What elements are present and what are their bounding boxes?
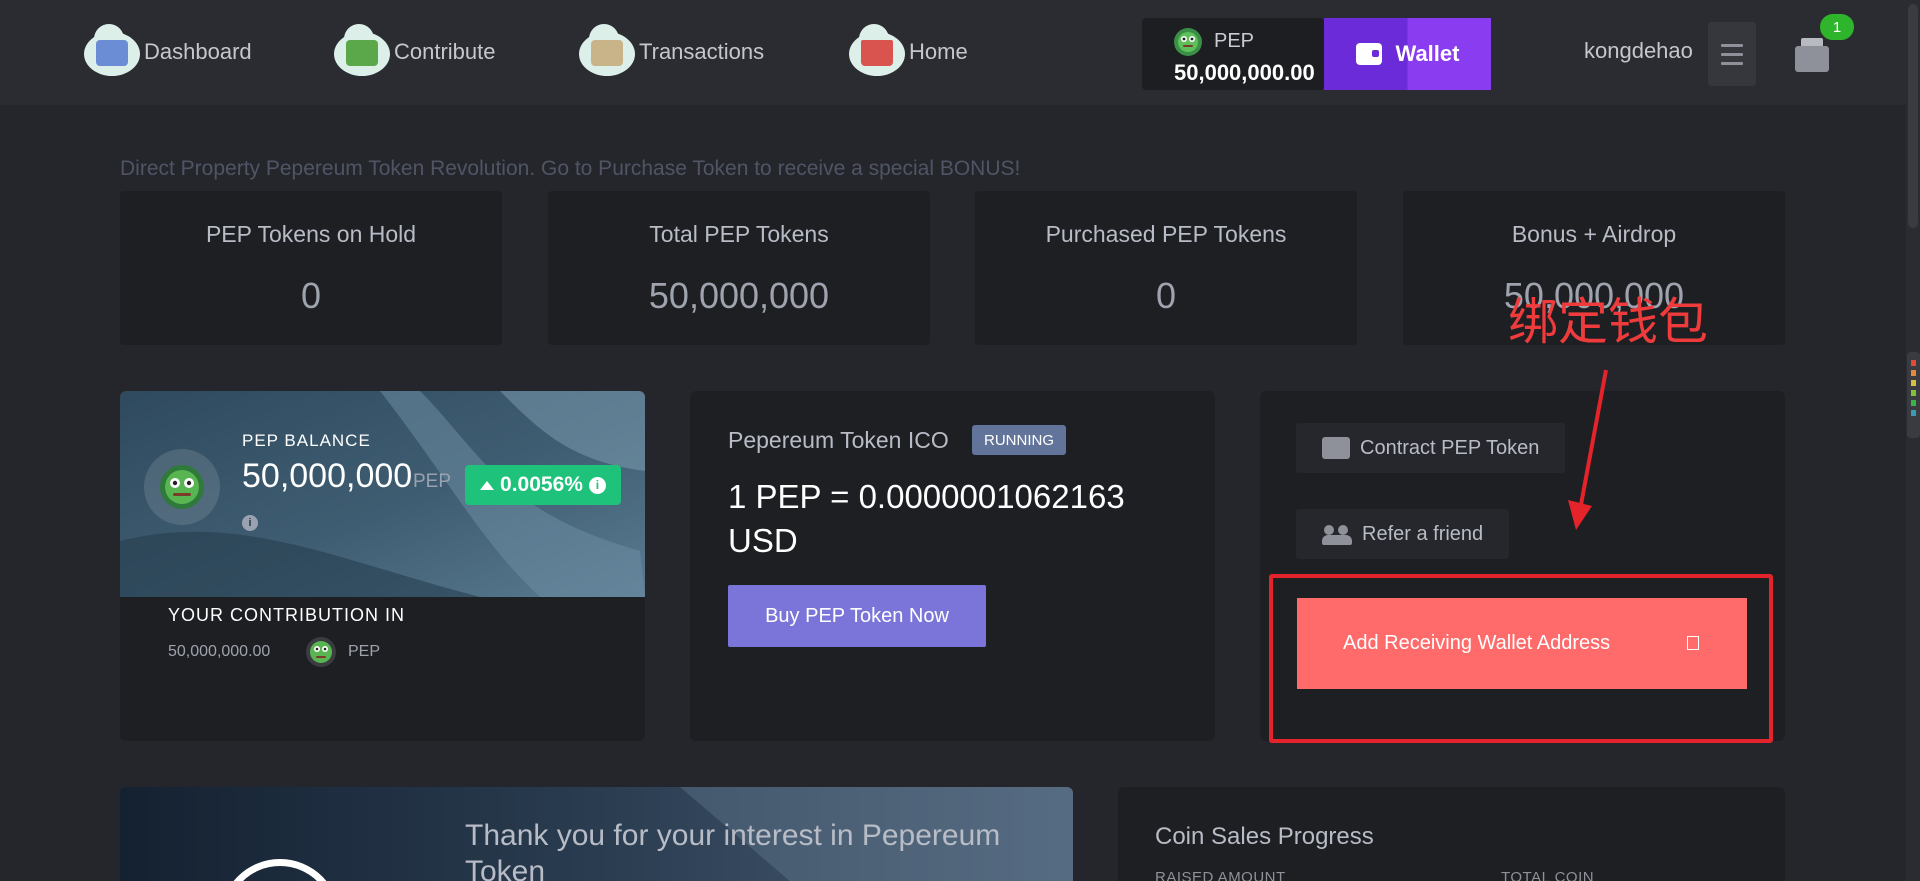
wallet-icon <box>1355 43 1382 65</box>
pep-amount: 50,000,000.00 <box>1174 60 1315 85</box>
info-icon[interactable]: i <box>588 476 606 494</box>
nav-home[interactable]: Home <box>845 24 968 80</box>
ico-title: Pepereum Token ICO <box>728 427 949 453</box>
add-wallet-label: Add Receiving Wallet Address <box>1343 632 1611 654</box>
wallet-button[interactable]: Wallet <box>1324 18 1491 90</box>
side-level-widget <box>1907 352 1920 438</box>
placeholder-glyph-icon <box>1687 636 1699 650</box>
nav-dashboard[interactable]: Dashboard <box>80 24 252 80</box>
refer-friend-button[interactable]: Refer a friend <box>1296 509 1510 559</box>
ico-card: Pepereum Token ICO RUNNING 1 PEP = 0.000… <box>690 391 1215 741</box>
balance-label: PEP BALANCE <box>242 431 371 450</box>
balance-amount: 50,000,000 <box>242 457 413 495</box>
notification-badge: 1 <box>1818 12 1856 42</box>
nav-transactions-label: Transactions <box>639 39 765 64</box>
top-navbar: Dashboard Contribute Transactions Home P… <box>0 0 1906 105</box>
balance-info-icon[interactable]: i <box>242 515 258 531</box>
scrollbar-thumb[interactable] <box>1908 4 1918 228</box>
stat-card-on-hold: PEP Tokens on Hold 0 <box>120 191 502 345</box>
annotation-arrow <box>1568 369 1608 530</box>
stat-label: PEP Tokens on Hold <box>205 221 417 247</box>
pep-balance-widget: PEP 50,000,000.00 <box>1142 18 1324 90</box>
balance-card: PEP BALANCE 50,000,000 PEP 0.0056% i i Y… <box>120 391 645 741</box>
users-icon <box>1322 523 1352 545</box>
buy-token-button[interactable]: Buy PEP Token Now <box>728 585 986 647</box>
contribution-amount: 50,000,000.00 <box>168 643 271 660</box>
balance-change-badge: 0.0056% i <box>465 465 621 505</box>
stat-label: Bonus + Airdrop <box>1511 221 1677 247</box>
stat-value: 0 <box>300 275 322 316</box>
stat-card-total: Total PEP Tokens 50,000,000 <box>548 191 930 345</box>
sales-title: Coin Sales Progress <box>1155 823 1374 850</box>
wallet-button-label: Wallet <box>1395 41 1460 66</box>
mail-icon[interactable] <box>1795 38 1829 72</box>
coin-sales-card: Coin Sales Progress RAISED AMOUNT TOTAL … <box>1118 787 1785 881</box>
pep-frog-icon <box>160 465 204 509</box>
contract-icon <box>1322 437 1350 459</box>
money-icon <box>330 24 392 80</box>
refer-friend-label: Refer a friend <box>1362 522 1484 545</box>
add-wallet-address-button[interactable]: Add Receiving Wallet Address <box>1297 598 1747 689</box>
pep-coin-icon <box>306 637 336 667</box>
stat-value: 0 <box>1155 275 1177 316</box>
contract-token-button[interactable]: Contract PEP Token <box>1296 423 1566 473</box>
balance-unit: PEP <box>413 471 452 492</box>
contribution-unit: PEP <box>348 643 381 660</box>
ico-status-badge: RUNNING <box>972 425 1066 455</box>
nav-contribute[interactable]: Contribute <box>330 24 496 80</box>
pep-code: PEP <box>1214 30 1255 52</box>
ico-rate: 1 PEP = 0.0000001062163 USD <box>728 478 1125 559</box>
actions-card: Contract PEP Token Refer a friend Add Re… <box>1260 391 1785 741</box>
total-coin-label: TOTAL COIN <box>1501 869 1595 881</box>
dashboard-icon <box>80 24 142 80</box>
username[interactable]: kongdehao <box>1584 38 1693 64</box>
announcement-text: Direct Property Pepereum Token Revolutio… <box>120 157 1021 180</box>
contract-token-label: Contract PEP Token <box>1360 436 1540 459</box>
caret-up-icon <box>480 480 495 490</box>
thanks-title: Thank you for your interest in Pepereum … <box>465 819 1001 881</box>
nav-dashboard-label: Dashboard <box>144 39 252 64</box>
page-scrollbar[interactable] <box>1906 0 1920 881</box>
raised-amount-label: RAISED AMOUNT <box>1155 869 1286 881</box>
nav-transactions[interactable]: Transactions <box>575 24 764 80</box>
pep-avatar <box>144 449 220 525</box>
hamburger-menu-button[interactable] <box>1708 22 1756 86</box>
stat-label: Total PEP Tokens <box>649 221 829 247</box>
transactions-icon <box>575 24 637 80</box>
home-icon <box>845 24 907 80</box>
stat-value: 50,000,000 <box>648 275 830 316</box>
annotation-text: 绑定钱包 <box>1508 293 1708 351</box>
contribution-label: YOUR CONTRIBUTION IN <box>168 605 406 625</box>
balance-change-value: 0.0056% <box>500 473 583 496</box>
stat-card-purchased: Purchased PEP Tokens 0 <box>975 191 1357 345</box>
pep-coin-icon <box>1174 28 1202 56</box>
stat-label: Purchased PEP Tokens <box>1045 221 1287 247</box>
menu-icon <box>1721 43 1743 47</box>
nav-contribute-label: Contribute <box>394 39 496 64</box>
thanks-banner: Thank you for your interest in Pepereum … <box>120 787 1073 881</box>
nav-home-label: Home <box>909 39 968 64</box>
